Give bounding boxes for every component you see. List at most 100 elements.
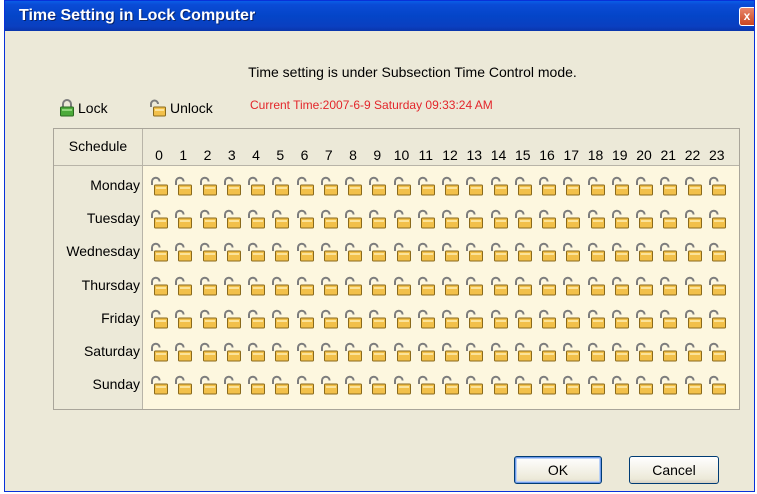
- schedule-cell-saturday-9[interactable]: [367, 342, 388, 363]
- close-button[interactable]: x: [739, 7, 754, 26]
- schedule-cell-tuesday-8[interactable]: [343, 209, 364, 230]
- schedule-cell-sunday-5[interactable]: [270, 375, 291, 396]
- schedule-cell-wednesday-2[interactable]: [198, 242, 219, 263]
- schedule-cell-thursday-6[interactable]: [295, 276, 316, 297]
- schedule-cell-sunday-4[interactable]: [246, 375, 267, 396]
- schedule-cell-tuesday-3[interactable]: [222, 209, 243, 230]
- schedule-cell-friday-2[interactable]: [198, 309, 219, 330]
- schedule-cell-thursday-22[interactable]: [683, 276, 704, 297]
- schedule-cell-saturday-3[interactable]: [222, 342, 243, 363]
- schedule-cell-wednesday-18[interactable]: [586, 242, 607, 263]
- schedule-cell-thursday-14[interactable]: [489, 276, 510, 297]
- schedule-cell-sunday-1[interactable]: [173, 375, 194, 396]
- schedule-cell-saturday-4[interactable]: [246, 342, 267, 363]
- schedule-cell-thursday-17[interactable]: [561, 276, 582, 297]
- schedule-cell-wednesday-16[interactable]: [537, 242, 558, 263]
- schedule-cell-saturday-2[interactable]: [198, 342, 219, 363]
- schedule-cell-monday-20[interactable]: [634, 176, 655, 197]
- schedule-cell-saturday-12[interactable]: [440, 342, 461, 363]
- schedule-cell-friday-11[interactable]: [416, 309, 437, 330]
- schedule-cell-monday-2[interactable]: [198, 176, 219, 197]
- schedule-cell-wednesday-5[interactable]: [270, 242, 291, 263]
- schedule-cell-saturday-11[interactable]: [416, 342, 437, 363]
- schedule-cell-thursday-3[interactable]: [222, 276, 243, 297]
- schedule-cell-monday-6[interactable]: [295, 176, 316, 197]
- schedule-cell-monday-12[interactable]: [440, 176, 461, 197]
- schedule-cell-monday-10[interactable]: [392, 176, 413, 197]
- schedule-cell-saturday-16[interactable]: [537, 342, 558, 363]
- schedule-cell-friday-13[interactable]: [464, 309, 485, 330]
- schedule-cell-tuesday-1[interactable]: [173, 209, 194, 230]
- cancel-button[interactable]: Cancel: [629, 456, 719, 484]
- schedule-cell-wednesday-1[interactable]: [173, 242, 194, 263]
- schedule-cell-thursday-23[interactable]: [707, 276, 728, 297]
- schedule-cell-thursday-10[interactable]: [392, 276, 413, 297]
- schedule-cell-tuesday-15[interactable]: [513, 209, 534, 230]
- schedule-cell-friday-3[interactable]: [222, 309, 243, 330]
- schedule-cell-wednesday-9[interactable]: [367, 242, 388, 263]
- schedule-cell-saturday-20[interactable]: [634, 342, 655, 363]
- schedule-cell-saturday-13[interactable]: [464, 342, 485, 363]
- schedule-cell-thursday-18[interactable]: [586, 276, 607, 297]
- schedule-cell-monday-3[interactable]: [222, 176, 243, 197]
- schedule-cell-friday-5[interactable]: [270, 309, 291, 330]
- schedule-cell-wednesday-15[interactable]: [513, 242, 534, 263]
- schedule-cell-thursday-5[interactable]: [270, 276, 291, 297]
- schedule-cell-tuesday-18[interactable]: [586, 209, 607, 230]
- schedule-cell-wednesday-7[interactable]: [319, 242, 340, 263]
- schedule-cell-sunday-13[interactable]: [464, 375, 485, 396]
- schedule-cell-tuesday-17[interactable]: [561, 209, 582, 230]
- schedule-cell-saturday-1[interactable]: [173, 342, 194, 363]
- schedule-cell-thursday-21[interactable]: [658, 276, 679, 297]
- schedule-cell-saturday-18[interactable]: [586, 342, 607, 363]
- schedule-cell-tuesday-12[interactable]: [440, 209, 461, 230]
- schedule-cell-friday-10[interactable]: [392, 309, 413, 330]
- schedule-cell-wednesday-8[interactable]: [343, 242, 364, 263]
- schedule-cell-sunday-10[interactable]: [392, 375, 413, 396]
- schedule-cell-friday-6[interactable]: [295, 309, 316, 330]
- schedule-cell-monday-17[interactable]: [561, 176, 582, 197]
- schedule-cell-thursday-8[interactable]: [343, 276, 364, 297]
- schedule-cell-monday-5[interactable]: [270, 176, 291, 197]
- schedule-cell-wednesday-19[interactable]: [610, 242, 631, 263]
- schedule-cell-sunday-12[interactable]: [440, 375, 461, 396]
- schedule-cell-saturday-0[interactable]: [149, 342, 170, 363]
- schedule-cell-sunday-22[interactable]: [683, 375, 704, 396]
- schedule-cell-tuesday-4[interactable]: [246, 209, 267, 230]
- schedule-cell-friday-16[interactable]: [537, 309, 558, 330]
- schedule-cell-monday-15[interactable]: [513, 176, 534, 197]
- schedule-cell-wednesday-17[interactable]: [561, 242, 582, 263]
- schedule-cell-saturday-21[interactable]: [658, 342, 679, 363]
- schedule-cell-sunday-2[interactable]: [198, 375, 219, 396]
- schedule-cell-saturday-17[interactable]: [561, 342, 582, 363]
- schedule-cell-thursday-12[interactable]: [440, 276, 461, 297]
- schedule-cell-wednesday-20[interactable]: [634, 242, 655, 263]
- schedule-cell-tuesday-21[interactable]: [658, 209, 679, 230]
- schedule-cell-friday-19[interactable]: [610, 309, 631, 330]
- schedule-cell-tuesday-6[interactable]: [295, 209, 316, 230]
- schedule-cell-friday-7[interactable]: [319, 309, 340, 330]
- schedule-cell-tuesday-19[interactable]: [610, 209, 631, 230]
- schedule-cell-friday-9[interactable]: [367, 309, 388, 330]
- schedule-cell-wednesday-23[interactable]: [707, 242, 728, 263]
- schedule-cell-tuesday-7[interactable]: [319, 209, 340, 230]
- schedule-cell-sunday-0[interactable]: [149, 375, 170, 396]
- schedule-cell-saturday-23[interactable]: [707, 342, 728, 363]
- schedule-cell-wednesday-22[interactable]: [683, 242, 704, 263]
- schedule-cell-monday-14[interactable]: [489, 176, 510, 197]
- schedule-cell-monday-18[interactable]: [586, 176, 607, 197]
- schedule-cell-friday-22[interactable]: [683, 309, 704, 330]
- schedule-cell-friday-12[interactable]: [440, 309, 461, 330]
- schedule-cell-monday-21[interactable]: [658, 176, 679, 197]
- title-bar[interactable]: Time Setting in Lock Computer x: [5, 1, 754, 31]
- schedule-cell-tuesday-13[interactable]: [464, 209, 485, 230]
- schedule-cell-thursday-13[interactable]: [464, 276, 485, 297]
- schedule-cell-friday-21[interactable]: [658, 309, 679, 330]
- schedule-cell-sunday-19[interactable]: [610, 375, 631, 396]
- schedule-cell-sunday-20[interactable]: [634, 375, 655, 396]
- schedule-cell-monday-8[interactable]: [343, 176, 364, 197]
- schedule-cell-sunday-16[interactable]: [537, 375, 558, 396]
- schedule-cell-thursday-9[interactable]: [367, 276, 388, 297]
- schedule-cell-wednesday-21[interactable]: [658, 242, 679, 263]
- schedule-cell-sunday-15[interactable]: [513, 375, 534, 396]
